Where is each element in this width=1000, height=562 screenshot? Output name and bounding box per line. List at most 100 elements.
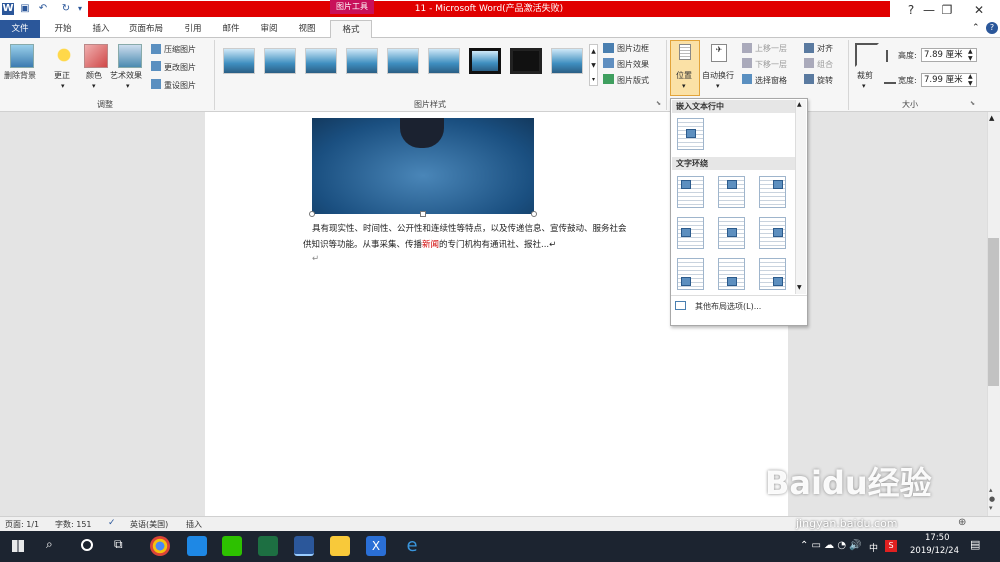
tab-references[interactable]: 引用	[178, 20, 208, 38]
cortana-icon[interactable]	[81, 539, 93, 551]
picture-style-3[interactable]	[305, 48, 337, 74]
chrome-icon[interactable]	[150, 536, 170, 556]
change-picture-button[interactable]: 更改图片	[164, 62, 196, 73]
color-button[interactable]: 颜色	[86, 70, 102, 81]
restore-icon[interactable]: ❐	[930, 0, 964, 20]
bring-forward-button[interactable]: 上移一层	[755, 43, 787, 54]
crop-dropdown-icon[interactable]: ▾	[862, 82, 866, 90]
edge-icon[interactable]: e	[402, 536, 422, 556]
size-dialog-launcher-icon[interactable]: ⬊	[970, 100, 975, 107]
tab-review[interactable]: 审阅	[254, 20, 284, 38]
picture-style-7[interactable]	[469, 48, 501, 74]
wrap-text-button[interactable]: 自动换行	[702, 70, 734, 81]
artistic-effects-button[interactable]: 艺术效果	[110, 70, 142, 81]
picture-layout-button[interactable]: 图片版式	[617, 75, 649, 86]
tab-file[interactable]: 文件	[0, 20, 40, 38]
zoom-in-icon[interactable]: ⊕	[958, 517, 966, 528]
corrections-button[interactable]: 更正	[54, 70, 70, 81]
task-view-icon[interactable]: ⧉	[114, 537, 123, 552]
remove-background-button[interactable]: 删除背景	[4, 70, 36, 81]
paragraph-line-1[interactable]: 具有现实性、时间性、公开性和连续性等特点，以及传递信息、宣传鼓动、服务社会	[312, 222, 627, 234]
position-bottom-left-option[interactable]	[677, 258, 704, 290]
dropdown-scroll-down-icon[interactable]: ▼	[797, 284, 802, 291]
picture-style-9[interactable]	[551, 48, 583, 74]
position-bottom-right-option[interactable]	[759, 258, 786, 290]
tab-page-layout[interactable]: 页面布局	[124, 20, 168, 38]
start-icon[interactable]	[12, 540, 24, 552]
sogou-ime-icon[interactable]: S	[885, 540, 897, 552]
tab-home[interactable]: 开始	[48, 20, 78, 38]
word-icon[interactable]: W	[2, 3, 14, 15]
proofing-icon[interactable]: ✓	[108, 518, 116, 528]
tab-format[interactable]: 格式	[330, 20, 372, 39]
excel-icon[interactable]	[258, 536, 278, 556]
position-middle-right-option[interactable]	[759, 217, 786, 249]
picture-border-button[interactable]: 图片边框	[617, 43, 649, 54]
word-count[interactable]: 字数: 151	[55, 519, 92, 530]
tray-icons[interactable]: ⌃ ▭ ☁ ◔ 🔊	[800, 540, 862, 551]
width-spinner-icon[interactable]: ▲ ▼	[968, 73, 973, 87]
insert-mode-indicator[interactable]: 插入	[186, 519, 202, 530]
scrollbar-thumb[interactable]	[988, 238, 999, 386]
position-top-right-option[interactable]	[759, 176, 786, 208]
language-indicator[interactable]: 英语(美国)	[130, 519, 168, 530]
position-middle-left-option[interactable]	[677, 217, 704, 249]
tab-view[interactable]: 视图	[292, 20, 322, 38]
rotate-button[interactable]: 旋转	[817, 75, 833, 86]
selection-pane-button[interactable]: 选择窗格	[755, 75, 787, 86]
selected-picture[interactable]	[312, 118, 534, 214]
dropdown-scrollbar[interactable]	[795, 100, 806, 294]
resize-handle-bottom-right[interactable]	[531, 211, 537, 217]
help-circle-icon[interactable]: ?	[986, 22, 998, 34]
customize-quick-access-icon[interactable]: ▾	[74, 3, 86, 15]
wechat-icon[interactable]	[222, 536, 242, 556]
page-count[interactable]: 页面: 1/1	[5, 519, 39, 530]
browse-object-icons[interactable]: ▴ ● ▾	[989, 486, 995, 513]
file-explorer-icon[interactable]	[330, 536, 350, 556]
position-top-left-option[interactable]	[677, 176, 704, 208]
picture-style-2[interactable]	[264, 48, 296, 74]
height-spinner-icon[interactable]: ▲ ▼	[968, 48, 973, 62]
clock-date[interactable]: 2019/12/24	[910, 546, 959, 556]
resize-handle-bottom[interactable]	[420, 211, 426, 217]
picture-style-6[interactable]	[428, 48, 460, 74]
artistic-effects-dropdown-icon[interactable]: ▾	[126, 82, 130, 90]
position-top-center-option[interactable]	[718, 176, 745, 208]
xmind-icon[interactable]: X	[366, 536, 386, 556]
gallery-scroll-icon[interactable]: ▲ ▼ ▾	[589, 44, 598, 86]
close-icon[interactable]: ✕	[962, 0, 996, 20]
send-backward-button[interactable]: 下移一层	[755, 59, 787, 70]
picture-style-5[interactable]	[387, 48, 419, 74]
crop-button[interactable]: 裁剪	[857, 70, 873, 81]
tab-insert[interactable]: 插入	[86, 20, 116, 38]
picture-style-1[interactable]	[223, 48, 255, 74]
position-middle-center-option[interactable]	[718, 217, 745, 249]
redo-icon[interactable]: ↻	[60, 3, 72, 15]
position-bottom-center-option[interactable]	[718, 258, 745, 290]
dialog-launcher-icon[interactable]: ⬊	[656, 100, 661, 107]
paragraph-line-2[interactable]: 供知识等功能。从事采集、传播新闻的专门机构有通讯社、报社...↵	[303, 238, 556, 250]
scroll-up-icon[interactable]: ▲	[989, 114, 994, 122]
feishu-icon[interactable]	[187, 536, 207, 556]
search-icon[interactable]: ⌕	[46, 537, 53, 552]
undo-icon[interactable]: ↶	[37, 3, 49, 15]
position-inline-option[interactable]	[677, 118, 704, 150]
align-button[interactable]: 对齐	[817, 43, 833, 54]
save-icon[interactable]: ▣	[19, 3, 31, 15]
more-layout-options-item[interactable]: 其他布局选项(L)...	[695, 301, 761, 312]
picture-style-4[interactable]	[346, 48, 378, 74]
wrap-text-dropdown-icon[interactable]: ▾	[716, 82, 720, 90]
reset-picture-button[interactable]: 重设图片	[164, 80, 196, 91]
notification-icon[interactable]: ▤	[970, 538, 980, 551]
clock-time[interactable]: 17:50	[925, 533, 950, 543]
collapse-ribbon-icon[interactable]: ⌃	[972, 23, 980, 33]
color-dropdown-icon[interactable]: ▾	[92, 82, 96, 90]
compress-pictures-button[interactable]: 压缩图片	[164, 44, 196, 55]
tab-mailings[interactable]: 邮件	[216, 20, 246, 38]
group-button[interactable]: 组合	[817, 59, 833, 70]
picture-effects-button[interactable]: 图片效果	[617, 59, 649, 70]
resize-handle-bottom-left[interactable]	[309, 211, 315, 217]
corrections-dropdown-icon[interactable]: ▾	[61, 82, 65, 90]
picture-style-8[interactable]	[510, 48, 542, 74]
ime-indicator[interactable]: 中	[869, 541, 878, 554]
